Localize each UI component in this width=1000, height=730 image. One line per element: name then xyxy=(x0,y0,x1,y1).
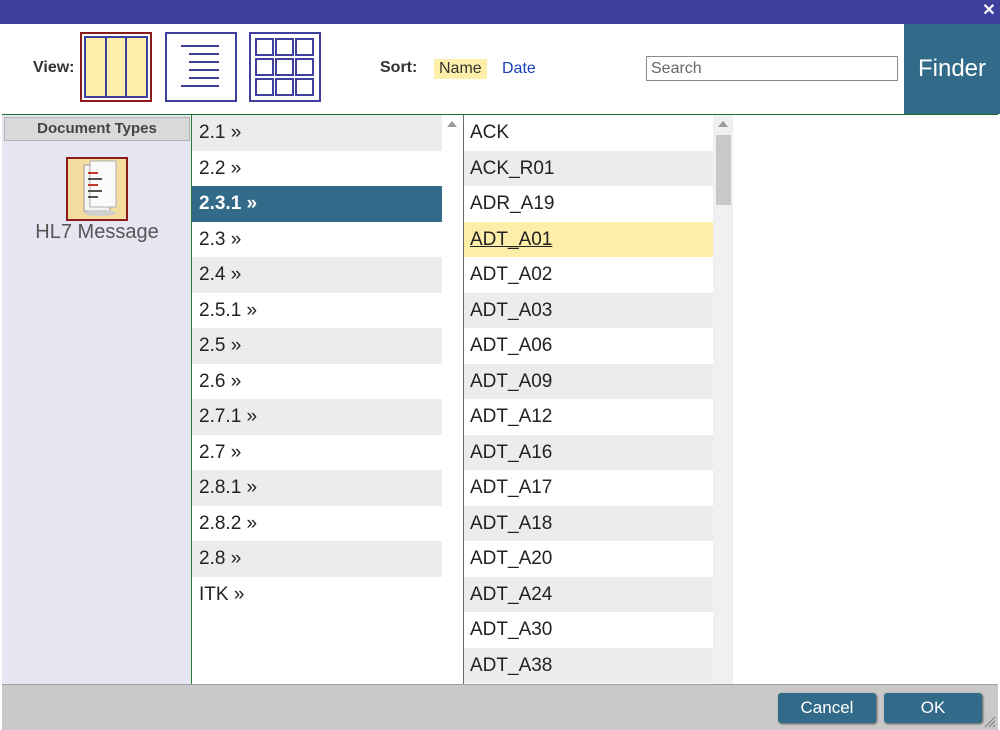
message-list-item[interactable]: ADT_A17 xyxy=(464,470,713,506)
hl7-message-label[interactable]: HL7 Message xyxy=(2,221,192,244)
message-list-item[interactable]: ADT_A20 xyxy=(464,541,713,577)
message-list-item[interactable]: ACK_R01 xyxy=(464,150,713,186)
message-list-item[interactable]: ADT_A09 xyxy=(464,363,713,399)
versions-scrollbar[interactable] xyxy=(442,115,463,684)
version-list-item[interactable]: 2.2 » xyxy=(192,151,442,187)
document-types-header: Document Types xyxy=(4,117,190,141)
search-input[interactable] xyxy=(646,56,898,81)
cancel-button[interactable]: Cancel xyxy=(778,693,876,723)
grid-view-button[interactable] xyxy=(249,32,321,102)
versions-column: 2.1 » 2.2 » 2.3.1 » 2.3 » 2.4 » 2.5.1 » 2.5 » 2… xyxy=(192,115,442,684)
title-bar: ✕ xyxy=(0,0,1000,24)
close-icon[interactable]: ✕ xyxy=(980,0,998,22)
message-list-item[interactable]: ADT_A12 xyxy=(464,399,713,435)
scroll-up-arrow-icon[interactable] xyxy=(447,121,457,127)
ok-button[interactable]: OK xyxy=(884,693,982,723)
version-list-item[interactable]: 2.8.1 » xyxy=(192,470,442,506)
list-view-icon xyxy=(181,45,219,87)
scrollbar-thumb[interactable] xyxy=(716,135,731,205)
sort-by-date-option[interactable]: Date xyxy=(502,60,536,78)
version-list-item[interactable]: 2.4 » xyxy=(192,257,442,293)
message-list-item[interactable]: ADT_A06 xyxy=(464,328,713,364)
message-list-item[interactable]: ADT_A38 xyxy=(464,647,713,683)
scroll-up-arrow-icon[interactable] xyxy=(718,121,728,127)
dialog-footer: Cancel OK xyxy=(2,684,998,730)
document-icon xyxy=(83,160,117,216)
columns-view-icon xyxy=(84,36,148,98)
columns-view-button[interactable] xyxy=(80,32,152,102)
message-list-item[interactable]: ADT_A24 xyxy=(464,576,713,612)
sort-label: Sort: xyxy=(380,59,418,76)
message-list-item[interactable]: ADR_A19 xyxy=(464,186,713,222)
version-list-item[interactable]: 2.8 » xyxy=(192,541,442,577)
list-view-button[interactable] xyxy=(165,32,237,102)
hl7-message-icon[interactable] xyxy=(66,157,128,221)
message-list-item[interactable]: ADT_A02 xyxy=(464,257,713,293)
message-list-item[interactable]: ADT_A03 xyxy=(464,292,713,328)
resize-grip-icon[interactable] xyxy=(984,716,996,728)
message-list-item[interactable]: ADT_A18 xyxy=(464,505,713,541)
version-list-item[interactable]: 2.7.1 » xyxy=(192,399,442,435)
version-list-item[interactable]: 2.3.1 » xyxy=(192,186,442,222)
version-list-item[interactable]: 2.7 » xyxy=(192,435,442,471)
version-list-item[interactable]: 2.8.2 » xyxy=(192,506,442,542)
message-list-item[interactable]: ADT_A30 xyxy=(464,612,713,648)
document-types-panel: Document Types HL7 Message xyxy=(2,115,192,684)
finder-title: Finder xyxy=(904,24,1000,114)
message-list-item[interactable]: ADT_A01 xyxy=(464,221,713,257)
grid-view-icon xyxy=(255,38,314,96)
version-list-item[interactable]: 2.5.1 » xyxy=(192,293,442,329)
messages-scrollbar[interactable] xyxy=(713,115,733,684)
message-list-item[interactable]: ADT_A16 xyxy=(464,434,713,470)
version-list-item[interactable]: 2.5 » xyxy=(192,328,442,364)
version-list-item[interactable]: 2.6 » xyxy=(192,364,442,400)
view-label: View: xyxy=(33,59,75,76)
toolbar: View: Sort: Name Date Search xyxy=(2,24,998,115)
version-list-item[interactable]: 2.1 » xyxy=(192,115,442,151)
messages-column: ACK ACK_R01 ADR_A19 ADT_A01 ADT_A02 ADT_A03 AD… xyxy=(464,115,713,684)
message-list-item[interactable]: ACK xyxy=(464,115,713,151)
version-list-item[interactable]: 2.3 » xyxy=(192,222,442,258)
sort-by-name-option[interactable]: Name xyxy=(434,59,487,79)
version-list-item[interactable]: ITK » xyxy=(192,577,442,613)
